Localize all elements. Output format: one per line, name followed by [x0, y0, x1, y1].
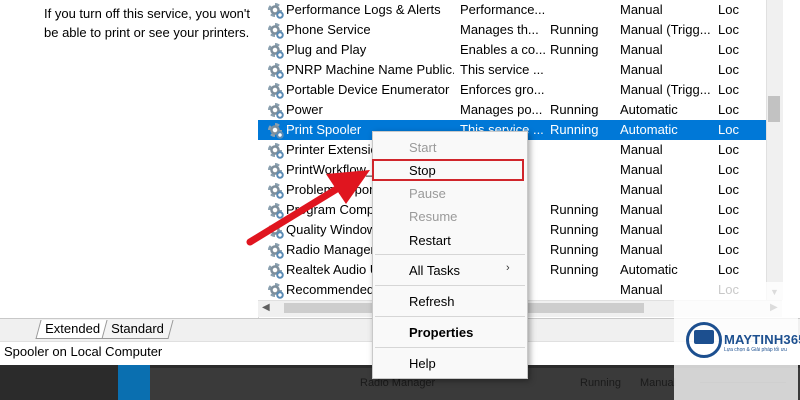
service-status: Running	[550, 42, 599, 57]
service-name: PNRP Machine Name Public...	[286, 62, 454, 77]
menu-item-restart[interactable]: Restart	[409, 233, 451, 248]
service-log-on-as: Loc	[718, 102, 739, 117]
service-gear-icon	[268, 0, 284, 20]
service-log-on-as: Loc	[718, 22, 739, 37]
service-log-on-as: Loc	[718, 242, 739, 257]
service-startup-type: Manual	[620, 62, 663, 77]
service-row[interactable]: Phone Service Manages th... Running Manual …	[258, 20, 766, 40]
menu-item-properties[interactable]: Properties	[409, 325, 473, 340]
service-row[interactable]: PNRP Machine Name Public... This service …	[258, 60, 766, 80]
service-status: Running	[550, 22, 599, 37]
menu-separator	[375, 285, 525, 286]
service-gear-icon	[268, 100, 284, 120]
menu-item-resume[interactable]: Resume	[409, 209, 457, 224]
service-description: Manages th...	[460, 22, 539, 37]
chevron-right-icon: ›	[506, 262, 510, 274]
stop-highlight-box	[372, 159, 524, 181]
menu-item-pause[interactable]: Pause	[409, 186, 446, 201]
watermark-divider	[700, 382, 786, 383]
service-gear-icon	[268, 60, 284, 80]
service-log-on-as: Loc	[718, 202, 739, 217]
service-gear-icon	[268, 120, 284, 140]
menu-separator	[375, 254, 525, 255]
service-startup-type: Manual	[620, 142, 663, 157]
service-gear-icon	[268, 20, 284, 40]
service-startup-type: Manual	[620, 2, 663, 17]
service-name: Portable Device Enumerator ...	[286, 82, 454, 97]
background-service-status: Running	[580, 377, 621, 389]
service-status: Running	[550, 102, 599, 117]
watermark-brand: MAYTINH365	[724, 332, 800, 347]
menu-separator	[375, 347, 525, 348]
red-arrow-icon	[246, 170, 370, 246]
service-status: Running	[550, 242, 599, 257]
vertical-scrollbar[interactable]	[766, 0, 783, 300]
watermark-tagline: Lựa chọn & Giải pháp tối ưu	[724, 347, 787, 353]
service-description: This service ...	[460, 62, 544, 77]
service-gear-icon	[268, 140, 284, 160]
window-left-frame	[0, 0, 37, 341]
service-status: Running	[550, 202, 599, 217]
menu-item-all-tasks[interactable]: All Tasks	[409, 263, 460, 278]
service-description-text: If you turn off this service, you won't …	[44, 6, 251, 40]
service-row[interactable]: Power Manages po... Running Automatic Loc	[258, 100, 766, 120]
menu-item-start[interactable]: Start	[409, 140, 436, 155]
tab-standard-label: Standard	[111, 321, 164, 336]
tab-extended[interactable]: Extended	[35, 320, 110, 339]
description-pane: If you turn off this service, you won't …	[36, 0, 259, 318]
service-startup-type: Automatic	[620, 262, 678, 277]
service-log-on-as: Loc	[718, 142, 739, 157]
menu-item-help[interactable]: Help	[409, 356, 436, 371]
service-description: Enforces gro...	[460, 82, 545, 97]
scroll-left-arrow-icon[interactable]: ◀	[262, 300, 270, 316]
service-log-on-as: Loc	[718, 2, 739, 17]
tab-standard[interactable]: Standard	[101, 320, 174, 339]
tab-extended-label: Extended	[45, 321, 101, 336]
service-startup-type: Manual	[620, 202, 663, 217]
service-log-on-as: Loc	[718, 222, 739, 237]
service-description: Enables a co...	[460, 42, 546, 57]
service-startup-type: Manual	[620, 182, 663, 197]
monitor-icon	[694, 330, 714, 344]
service-startup-type: Manual (Trigg...	[620, 82, 711, 97]
service-description: Performance...	[460, 2, 546, 17]
service-startup-type: Manual	[620, 162, 663, 177]
menu-separator	[375, 316, 525, 317]
service-log-on-as: Loc	[718, 162, 739, 177]
service-name: Power	[286, 102, 323, 117]
service-startup-type: Automatic	[620, 122, 678, 137]
service-log-on-as: Loc	[718, 182, 739, 197]
service-log-on-as: Loc	[718, 62, 739, 77]
service-gear-icon	[268, 40, 284, 60]
service-gear-icon	[268, 260, 284, 280]
service-log-on-as: Loc	[718, 262, 739, 277]
service-status: Running	[550, 262, 599, 277]
service-startup-type: Manual	[620, 242, 663, 257]
service-startup-type: Manual	[620, 222, 663, 237]
vertical-scroll-thumb[interactable]	[768, 96, 780, 122]
service-log-on-as: Loc	[718, 42, 739, 57]
service-row[interactable]: Plug and Play Enables a co... Running Manua…	[258, 40, 766, 60]
background-service-startup: Manual	[640, 377, 677, 389]
service-log-on-as: Loc	[718, 122, 739, 137]
service-startup-type: Manual	[620, 42, 663, 57]
service-name: Performance Logs & Alerts	[286, 2, 441, 17]
service-startup-type: Manual (Trigg...	[620, 22, 711, 37]
service-log-on-as: Loc	[718, 82, 739, 97]
service-gear-icon	[268, 80, 284, 100]
service-row[interactable]: Portable Device Enumerator ... Enforces g…	[258, 80, 766, 100]
status-bar-text: Spooler on Local Computer	[4, 344, 163, 359]
service-description: Manages po...	[460, 102, 543, 117]
service-gear-icon	[268, 280, 284, 300]
background-window-accent	[118, 365, 150, 400]
service-row[interactable]: Performance Logs & Alerts Performance... M…	[258, 0, 766, 20]
service-status: Running	[550, 122, 599, 137]
service-name: Plug and Play	[286, 42, 367, 57]
menu-item-refresh[interactable]: Refresh	[409, 294, 455, 309]
service-status: Running	[550, 222, 599, 237]
service-startup-type: Automatic	[620, 102, 678, 117]
service-name: Phone Service	[286, 22, 371, 37]
